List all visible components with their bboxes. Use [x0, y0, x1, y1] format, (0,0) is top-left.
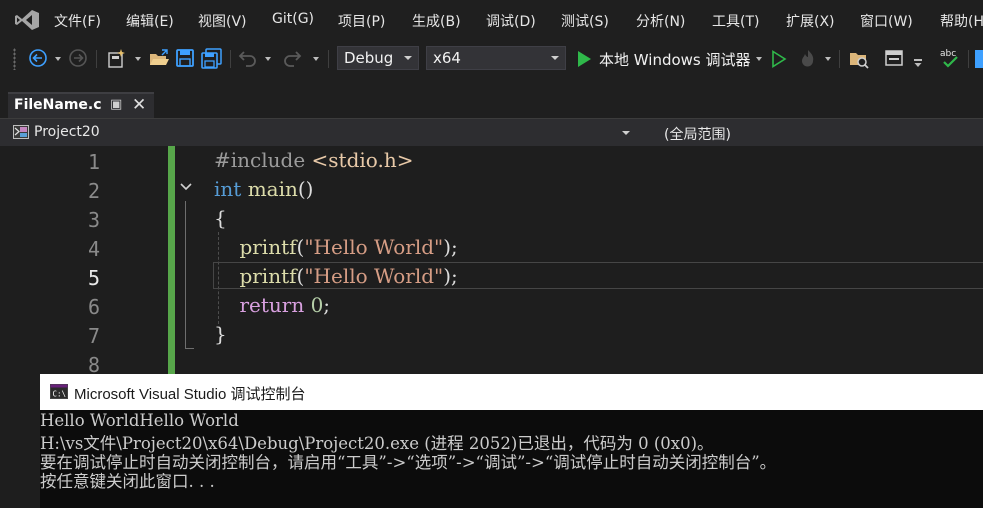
- line-number: 8: [87, 353, 100, 374]
- save-all-icon[interactable]: [201, 48, 223, 70]
- chevron-down-icon: [551, 56, 559, 60]
- menu-tools[interactable]: 工具(T): [712, 11, 759, 31]
- pin-icon[interactable]: ▣: [110, 97, 122, 112]
- toolbar-separator: [968, 50, 969, 68]
- code-line-3: {: [214, 206, 227, 230]
- toolbar-separator: [328, 50, 329, 68]
- menu-build[interactable]: 生成(B): [412, 11, 461, 31]
- menu-analyze[interactable]: 分析(N): [636, 11, 685, 31]
- line-number: 1: [87, 150, 100, 174]
- layout-icon[interactable]: [884, 48, 906, 70]
- menu-test[interactable]: 测试(S): [561, 11, 609, 31]
- platform-select[interactable]: x64: [426, 46, 566, 70]
- code-editor[interactable]: 1 2 3 4 5 6 7 8 #include <stdio.h> int m…: [0, 146, 983, 374]
- menu-debug[interactable]: 调试(D): [486, 11, 536, 31]
- open-folder-icon[interactable]: [148, 48, 170, 70]
- code-line-5: printf("Hello World");: [239, 264, 458, 288]
- configuration-select[interactable]: Debug: [337, 46, 419, 70]
- line-number: 6: [87, 295, 100, 319]
- menu-bar: 文件(F) 编辑(E) 视图(V) Git(G) 项目(P) 生成(B) 调试(…: [0, 0, 983, 40]
- menu-file[interactable]: 文件(F): [54, 11, 101, 31]
- undo-dropdown-icon[interactable]: [265, 57, 271, 61]
- editor-margin: [0, 146, 40, 374]
- toolbar-separator: [230, 50, 231, 68]
- redo-icon[interactable]: [282, 48, 302, 68]
- line-number: 3: [87, 208, 100, 232]
- menu-help[interactable]: 帮助(H: [940, 11, 983, 31]
- toolbar-overflow-icon[interactable]: [975, 50, 983, 68]
- menu-window[interactable]: 窗口(W): [860, 11, 913, 31]
- console-output-line: Hello WorldHello World: [40, 411, 239, 430]
- menu-edit[interactable]: 编辑(E): [126, 11, 174, 31]
- toolbar-grip[interactable]: [13, 48, 16, 70]
- debug-target-dropdown-icon[interactable]: [756, 57, 762, 61]
- change-tracking-bar: [168, 146, 175, 374]
- collapse-icon[interactable]: [178, 180, 194, 194]
- chevron-down-icon: [622, 131, 630, 135]
- line-number: 2: [87, 179, 100, 203]
- start-debug-icon[interactable]: [576, 50, 592, 68]
- forward-icon[interactable]: [68, 48, 88, 68]
- project-select[interactable]: Project20: [10, 121, 636, 145]
- console-title-bar[interactable]: C:\ Microsoft Visual Studio 调试控制台: [40, 374, 983, 410]
- layout-dropdown-icon[interactable]: [913, 58, 923, 70]
- solution-explorer-icon[interactable]: [848, 48, 870, 70]
- spell-check-icon[interactable]: abc: [938, 46, 962, 70]
- svg-text:C:\: C:\: [53, 390, 67, 399]
- start-without-debug-icon[interactable]: [771, 50, 787, 68]
- hot-reload-icon[interactable]: [798, 48, 818, 68]
- configuration-value: Debug: [344, 49, 394, 67]
- code-line-6: return 0;: [239, 293, 331, 317]
- code-line-4: printf("Hello World");: [239, 235, 458, 259]
- console-title: Microsoft Visual Studio 调试控制台: [74, 386, 306, 403]
- redo-dropdown-icon[interactable]: [313, 57, 319, 61]
- console-app-icon: C:\: [50, 384, 68, 399]
- code-line-7: }: [214, 322, 227, 346]
- back-dropdown-icon[interactable]: [55, 57, 61, 61]
- menu-git[interactable]: Git(G): [272, 11, 314, 27]
- scope-select[interactable]: (全局范围): [664, 124, 731, 144]
- project-icon: [13, 125, 29, 139]
- save-icon[interactable]: [175, 48, 195, 68]
- document-tab-row: FileName.c ▣ ✕: [0, 78, 983, 118]
- new-project-icon[interactable]: [106, 48, 128, 70]
- toolbar-separator: [839, 50, 840, 68]
- line-number: 7: [87, 324, 100, 348]
- menu-view[interactable]: 视图(V): [198, 11, 247, 31]
- toolbar-separator: [96, 50, 97, 68]
- close-icon[interactable]: ✕: [132, 95, 146, 115]
- standard-toolbar: Debug x64 本地 Windows 调试器 abc: [0, 40, 983, 78]
- code-line-1: #include <stdio.h>: [214, 148, 414, 172]
- platform-value: x64: [433, 49, 461, 67]
- back-icon[interactable]: [28, 48, 48, 68]
- outline-bracket: [185, 201, 194, 349]
- menu-project[interactable]: 项目(P): [338, 11, 385, 31]
- navigation-bar: Project20 (全局范围): [0, 118, 983, 146]
- project-name: Project20: [34, 124, 100, 140]
- undo-icon[interactable]: [238, 48, 258, 68]
- tab-filename-c[interactable]: FileName.c ▣ ✕: [8, 92, 154, 118]
- line-number-current: 5: [87, 266, 100, 290]
- new-project-dropdown-icon[interactable]: [135, 57, 141, 61]
- console-output-line: 按任意键关闭此窗口. . .: [40, 472, 215, 491]
- code-line-2: int main(): [214, 177, 314, 201]
- start-debugger-label[interactable]: 本地 Windows 调试器: [599, 49, 751, 70]
- tab-label: FileName.c: [14, 97, 102, 113]
- svg-text:abc: abc: [940, 49, 956, 59]
- debug-console-window[interactable]: C:\ Microsoft Visual Studio 调试控制台 Hello …: [40, 374, 983, 508]
- menu-extensions[interactable]: 扩展(X): [786, 11, 835, 31]
- visual-studio-logo-icon[interactable]: [14, 9, 40, 31]
- line-number: 4: [87, 237, 100, 261]
- hot-reload-dropdown-icon[interactable]: [825, 57, 831, 61]
- chevron-down-icon: [404, 56, 412, 60]
